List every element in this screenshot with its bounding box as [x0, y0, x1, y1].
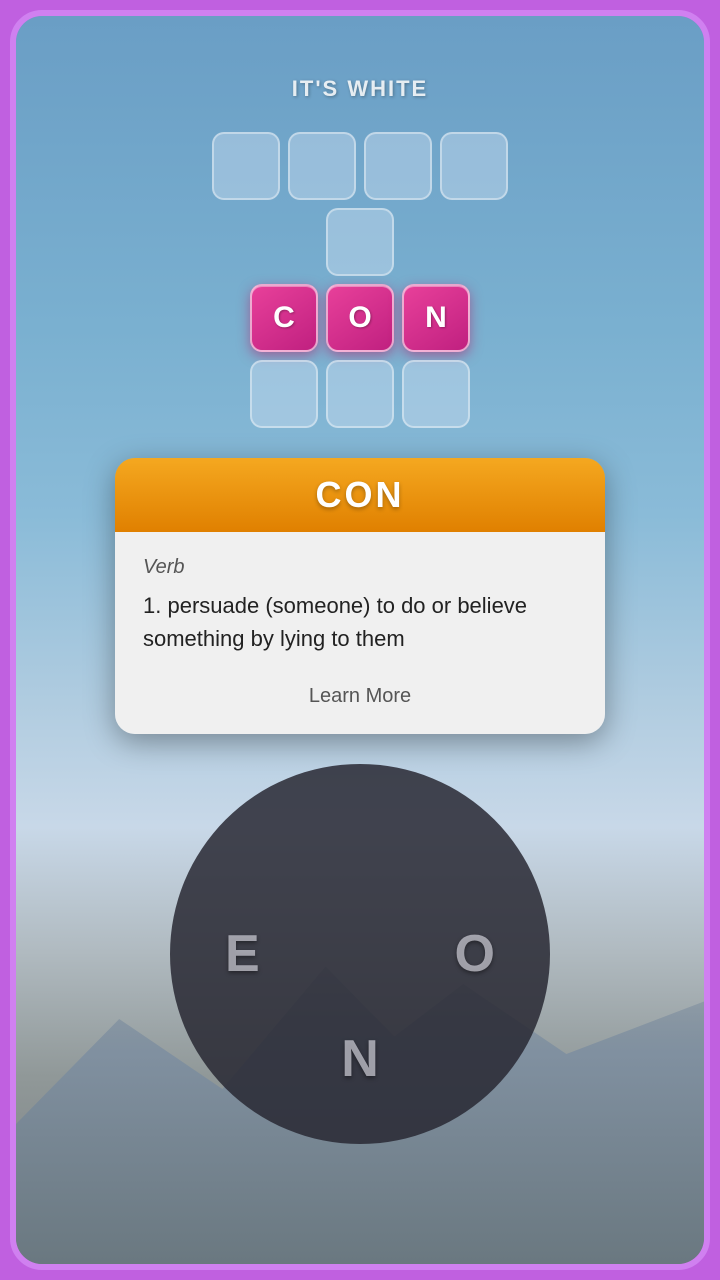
wheel-letter-o[interactable]: O [455, 924, 495, 984]
grid-row-4 [250, 360, 470, 428]
wheel-letter-e[interactable]: E [225, 924, 260, 984]
definition-card: CON Verb 1. persuade (someone) to do or … [115, 458, 605, 734]
definition-body: persuade (someone) to do or believe some… [143, 593, 527, 651]
game-content: IT'S WHITE C O N [16, 16, 704, 1264]
tile-1-1 [212, 132, 280, 200]
tile-4-3 [402, 360, 470, 428]
grid-row-1 [212, 132, 508, 200]
hint-text: IT'S WHITE [292, 76, 428, 102]
tile-3-n: N [402, 284, 470, 352]
puzzle-grid: C O N [212, 132, 508, 428]
wheel-letter-n[interactable]: N [341, 1029, 379, 1089]
card-definition: 1. persuade (someone) to do or believe s… [143, 589, 577, 655]
learn-more-button[interactable]: Learn More [143, 675, 577, 718]
card-word: CON [316, 474, 405, 515]
card-body: Verb 1. persuade (someone) to do or beli… [115, 532, 605, 734]
definition-number: 1. [143, 593, 161, 618]
tile-1-2 [288, 132, 356, 200]
game-screen: IT'S WHITE C O N [10, 10, 710, 1270]
letter-wheel[interactable]: E O N [170, 764, 550, 1144]
tile-3-o: O [326, 284, 394, 352]
part-of-speech: Verb [143, 556, 577, 579]
tile-1-3 [364, 132, 432, 200]
tile-3-c: C [250, 284, 318, 352]
grid-row-3: C O N [250, 284, 470, 352]
tile-1-4 [440, 132, 508, 200]
tile-4-1 [250, 360, 318, 428]
card-header: CON [115, 458, 605, 532]
grid-row-2 [326, 208, 394, 276]
tile-4-2 [326, 360, 394, 428]
tile-2-1 [326, 208, 394, 276]
